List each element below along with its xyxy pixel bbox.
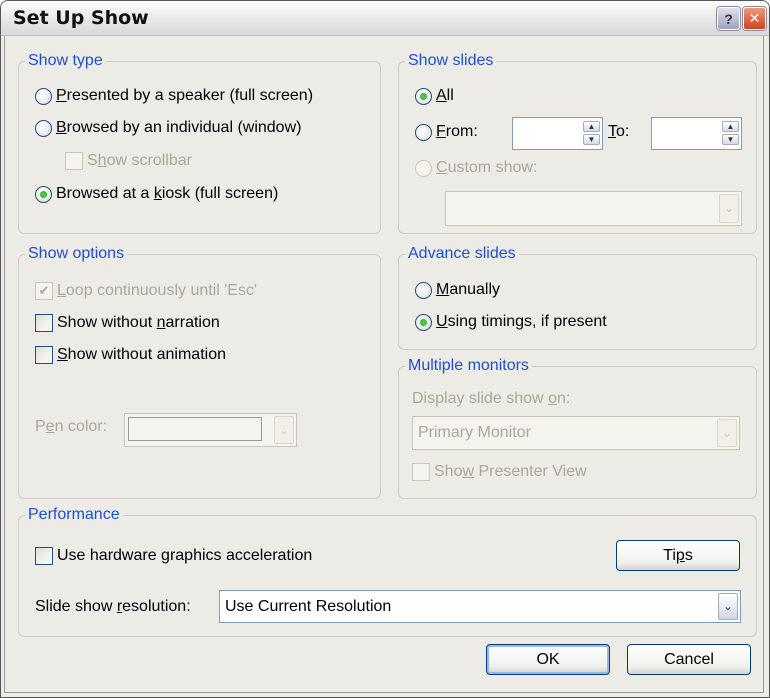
multiple-monitors-group: Multiple monitors Display slide show on:… xyxy=(398,356,757,499)
to-spinner[interactable]: ▲ ▼ xyxy=(722,120,739,145)
show-options-group: Show options ✔ Loop continuously until '… xyxy=(18,244,381,499)
resolution-dropdown[interactable]: Use Current Resolution ⌄ xyxy=(219,590,741,623)
spin-up-icon[interactable]: ▲ xyxy=(583,121,600,132)
radio-icon[interactable] xyxy=(35,87,52,105)
radio-browsed-by-individual[interactable]: Browsed by an individual (window) xyxy=(35,119,301,137)
display-slide-show-on-label: Display slide show on: xyxy=(412,390,571,407)
radio-icon-checked[interactable] xyxy=(415,87,432,105)
help-icon: ? xyxy=(724,10,733,27)
show-options-title: Show options xyxy=(25,244,128,264)
radio-using-timings[interactable]: Using timings, if present xyxy=(415,313,607,331)
radio-label: Custom show: xyxy=(436,159,538,176)
radio-label: All xyxy=(436,87,454,104)
title-bar[interactable]: Set Up Show ? ✕ xyxy=(1,1,769,36)
radio-icon-checked[interactable] xyxy=(415,313,432,331)
multiple-monitors-title: Multiple monitors xyxy=(405,356,532,376)
checkbox-label: Show without animation xyxy=(57,346,226,363)
radio-label: From: xyxy=(436,123,478,140)
checkbox-label: Show scrollbar xyxy=(87,152,192,169)
radio-label: Browsed at a kiosk (full screen) xyxy=(56,185,279,202)
checkbox-checked-icon[interactable]: ✔ xyxy=(35,282,53,300)
tips-button[interactable]: Tips xyxy=(616,540,740,571)
checkbox-label: Use hardware graphics acceleration xyxy=(57,547,313,564)
checkbox-show-without-narration[interactable]: Show without narration xyxy=(35,314,220,332)
cancel-button[interactable]: Cancel xyxy=(627,644,751,675)
chevron-down-icon[interactable]: ⌄ xyxy=(718,593,738,620)
set-up-show-dialog: Set Up Show ? ✕ Show type Presented by a… xyxy=(0,0,770,698)
advance-slides-title: Advance slides xyxy=(405,244,519,264)
help-button[interactable]: ? xyxy=(717,7,740,30)
radio-custom-show[interactable]: Custom show: xyxy=(415,159,537,177)
from-spinner[interactable]: ▲ ▼ xyxy=(583,120,600,145)
checkbox-label: Loop continuously until 'Esc' xyxy=(57,282,258,299)
spin-up-icon[interactable]: ▲ xyxy=(722,121,739,132)
checkbox-show-scrollbar[interactable]: Show scrollbar xyxy=(65,152,192,170)
spin-down-icon[interactable]: ▼ xyxy=(722,134,739,145)
performance-group: Performance Use hardware graphics accele… xyxy=(18,505,757,637)
radio-manually[interactable]: Manually xyxy=(415,281,500,299)
radio-all-slides[interactable]: All xyxy=(415,87,454,105)
show-type-group: Show type Presented by a speaker (full s… xyxy=(18,51,381,234)
radio-label: Manually xyxy=(436,281,501,298)
pen-color-swatch xyxy=(128,417,262,441)
to-label: To: xyxy=(608,123,630,140)
from-slide-input[interactable]: ▲ ▼ xyxy=(512,117,603,150)
checkbox-label: Show without narration xyxy=(57,314,220,331)
pen-color-picker[interactable]: ⌄ xyxy=(124,413,297,447)
checkbox-icon[interactable] xyxy=(412,463,430,481)
dialog-title: Set Up Show xyxy=(13,7,149,29)
advance-slides-group: Advance slides Manually Using timings, i… xyxy=(398,244,757,350)
close-icon: ✕ xyxy=(748,10,761,26)
checkbox-hardware-acceleration[interactable]: Use hardware graphics acceleration xyxy=(35,547,312,565)
radio-label: Using timings, if present xyxy=(436,313,607,330)
checkbox-loop-continuously[interactable]: ✔ Loop continuously until 'Esc' xyxy=(35,282,257,300)
radio-label: Browsed by an individual (window) xyxy=(56,119,302,136)
performance-title: Performance xyxy=(25,505,123,525)
checkbox-icon[interactable] xyxy=(35,346,53,364)
checkbox-icon[interactable] xyxy=(65,152,83,170)
custom-show-dropdown[interactable]: ⌄ xyxy=(445,191,742,226)
chevron-down-icon[interactable]: ⌄ xyxy=(719,194,739,223)
chevron-down-icon[interactable]: ⌄ xyxy=(717,419,737,447)
checkbox-show-without-animation[interactable]: Show without animation xyxy=(35,346,226,364)
slide-show-resolution-label: Slide show resolution: xyxy=(35,598,191,615)
checkbox-icon[interactable] xyxy=(35,547,53,565)
show-slides-title: Show slides xyxy=(405,51,497,71)
radio-icon[interactable] xyxy=(35,119,52,137)
radio-icon-checked[interactable] xyxy=(35,185,52,203)
to-slide-input[interactable]: ▲ ▼ xyxy=(651,117,742,150)
radio-browsed-at-kiosk[interactable]: Browsed at a kiosk (full screen) xyxy=(35,185,278,203)
dialog-body: Show type Presented by a speaker (full s… xyxy=(4,36,764,693)
close-button[interactable]: ✕ xyxy=(743,7,766,30)
show-type-title: Show type xyxy=(25,51,106,71)
radio-label: Presented by a speaker (full screen) xyxy=(56,87,314,104)
spin-down-icon[interactable]: ▼ xyxy=(583,134,600,145)
checkbox-label: Show Presenter View xyxy=(434,463,587,480)
checkbox-icon[interactable] xyxy=(35,314,53,332)
radio-presented-by-speaker[interactable]: Presented by a speaker (full screen) xyxy=(35,87,313,105)
chevron-down-icon[interactable]: ⌄ xyxy=(274,416,294,444)
show-slides-group: Show slides All From: ▲ ▼ To: ▲ ▼ Custom… xyxy=(398,51,757,234)
radio-icon[interactable] xyxy=(415,281,432,299)
checkbox-show-presenter-view[interactable]: Show Presenter View xyxy=(412,463,587,481)
radio-icon[interactable] xyxy=(415,123,432,141)
radio-from[interactable]: From: xyxy=(415,123,478,141)
radio-icon[interactable] xyxy=(415,159,432,177)
ok-button[interactable]: OK xyxy=(486,644,610,675)
display-monitor-dropdown[interactable]: Primary Monitor ⌄ xyxy=(412,416,740,450)
pen-color-label: Pen color: xyxy=(35,418,108,435)
